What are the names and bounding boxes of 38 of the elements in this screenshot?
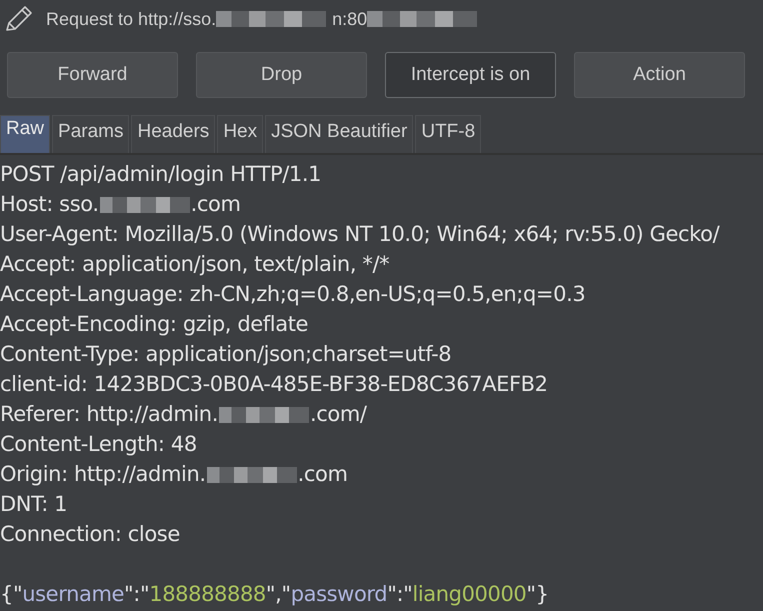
request-text: Connection: close [0, 522, 180, 546]
request-title: n:80 [332, 8, 368, 30]
editor-tab[interactable]: Hex [217, 115, 264, 153]
request-text: "} [526, 582, 549, 606]
request-text: .com/ [310, 402, 367, 426]
request-text: Content-Length: 48 [0, 432, 197, 456]
editor-tab[interactable]: Headers [131, 115, 216, 153]
request-text: client-id: 1423BDC3-0B0A-485E-BF38-ED8C367AEFB2 [0, 372, 548, 396]
request-text: ":" [124, 582, 150, 606]
toolbar-button[interactable]: Drop [196, 52, 367, 98]
json-value: liang00000 [412, 582, 526, 606]
request-text: DNT: 1 [0, 492, 68, 516]
editor-tab[interactable]: Raw [0, 115, 50, 153]
request-text: Content-Type: application/json;charset=utf-8 [0, 342, 452, 366]
request-text: Host: sso. [0, 192, 99, 216]
toolbar-button[interactable]: Intercept is on [385, 52, 556, 98]
request-title: Request to http://sso. [46, 8, 216, 30]
json-key: password [290, 582, 388, 606]
request-text: Origin: http://admin. [0, 462, 206, 486]
json-key: username [22, 582, 124, 606]
request-text: Accept-Encoding: gzip, deflate [0, 312, 308, 336]
request-text: Accept: application/json, text/plain, */* [0, 252, 390, 276]
request-text: User-Agent: Mozilla/5.0 (Windows NT 10.0; Win64; x64; rv:55.0) Gecko/ [0, 222, 720, 246]
toolbar-button[interactable]: Action [574, 52, 745, 98]
request-text: POST /api/admin/login HTTP/1.1 [0, 162, 322, 186]
editor-tab[interactable]: Params [52, 115, 130, 153]
editor-tab[interactable]: UTF-8 [415, 115, 482, 153]
editor-tab[interactable]: JSON Beautifier [265, 115, 414, 153]
request-text: .com [190, 192, 241, 216]
request-text: .com [298, 462, 348, 486]
request-text: Referer: http://admin. [0, 402, 218, 426]
toolbar-button[interactable]: Forward [7, 52, 178, 98]
request-text: ":" [387, 582, 412, 606]
json-value: 188888888 [149, 582, 266, 606]
request-text: "," [266, 582, 291, 606]
request-text: Accept-Language: zh-CN,zh;q=0.8,en-US;q=0.5,en;q=0.3 [0, 282, 586, 306]
pencil-icon [4, 5, 34, 33]
request-text: {" [0, 582, 22, 606]
